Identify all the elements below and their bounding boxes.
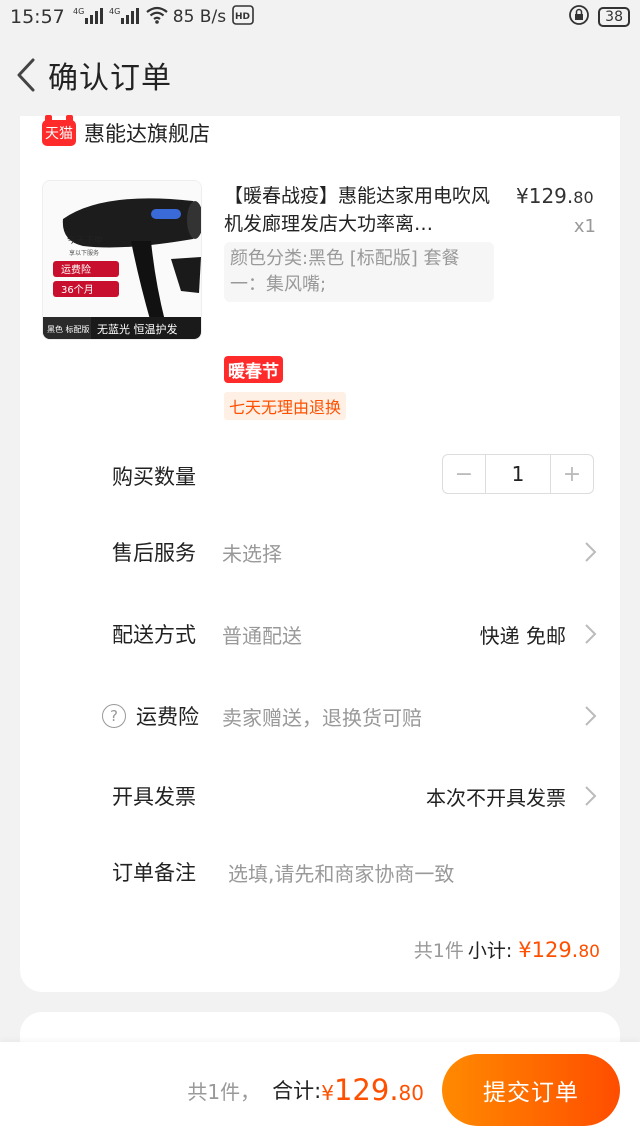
quantity-value[interactable]: 1 xyxy=(485,455,551,493)
decrement-button[interactable]: − xyxy=(443,455,485,493)
subtotal-label: 小计: xyxy=(467,940,513,962)
order-note-row: 订单备注 选填,请先和商家协商一致 xyxy=(20,852,620,892)
bottom-bar: 共1件， 合计: ¥129.80 提交订单 xyxy=(0,1042,640,1138)
product-price-main: ¥129. xyxy=(516,184,574,208)
chevron-right-icon xyxy=(585,542,597,562)
return-policy-tag: 七天无理由退换 xyxy=(224,392,347,420)
wifi-icon xyxy=(145,5,169,30)
chevron-right-icon xyxy=(585,624,597,644)
header: 确认订单 xyxy=(0,34,640,116)
chevron-right-icon xyxy=(585,706,597,726)
quantity-stepper: − 1 + xyxy=(442,454,594,494)
subtotal: 共1件 小计: ¥129.80 xyxy=(414,936,600,963)
total-amount-cents: 80 xyxy=(398,1081,424,1105)
promo-tag: 暖春节 xyxy=(224,356,283,383)
after-sales-row[interactable]: 售后服务 未选择 xyxy=(20,532,620,572)
delivery-label: 配送方式 xyxy=(112,623,196,647)
image-promo-line2: 享以下服务 xyxy=(69,249,99,257)
image-promo-line1: 今天下单 xyxy=(67,234,103,246)
shipping-insurance-row[interactable]: ? 运费险 卖家赠送，退换货可赔 xyxy=(20,696,620,736)
invoice-label: 开具发票 xyxy=(112,785,196,809)
product-spec[interactable]: 颜色分类:黑色 [标配版] 套餐一：集风嘴; xyxy=(224,242,494,302)
order-card: 天猫 惠能达旗舰店 今天下单 享以下服务 运费险 36个月 黑色 标配版 无蓝光… xyxy=(20,115,620,992)
subtotal-amount: ¥129.80 xyxy=(518,938,600,962)
subtotal-amount-cents: 80 xyxy=(578,942,600,962)
after-sales-value: 未选择 xyxy=(222,541,282,566)
delivery-value: 普通配送 xyxy=(222,623,302,648)
product-image[interactable]: 今天下单 享以下服务 运费险 36个月 黑色 标配版 无蓝光 恒温护发 xyxy=(42,180,202,340)
image-variant: 黑色 标配版 xyxy=(47,324,90,334)
total-amount: ¥129.80 xyxy=(321,1073,424,1107)
battery-icon: 38 xyxy=(598,7,630,27)
status-time: 15:57 xyxy=(10,6,65,28)
status-bar: 15:57 4G 4G 85 B/s HD 38 xyxy=(0,0,640,34)
insurance-value: 卖家赠送，退换货可赔 xyxy=(222,705,422,730)
svg-text:HD: HD xyxy=(235,12,250,22)
signal-icon: 4G xyxy=(73,6,103,29)
total-amount-main: 129. xyxy=(333,1073,399,1107)
invoice-row[interactable]: 开具发票 本次不开具发票 xyxy=(20,776,620,816)
product-title[interactable]: 【暖春战疫】惠能达家用电吹风机发廊理发店大功率离… xyxy=(224,182,494,238)
svg-text:4G: 4G xyxy=(109,7,120,16)
subtotal-amount-main: ¥129. xyxy=(518,938,579,962)
subtotal-count: 共1件 xyxy=(413,940,464,962)
shop-name: 惠能达旗舰店 xyxy=(84,122,210,146)
lock-rotation-icon xyxy=(568,4,590,31)
tmall-logo-icon: 天猫 xyxy=(42,115,76,146)
chevron-right-icon xyxy=(585,786,597,806)
total-currency: ¥ xyxy=(321,1081,334,1105)
image-features: 无蓝光 恒温护发 xyxy=(97,322,178,336)
hd-icon: HD xyxy=(232,4,254,30)
increment-button[interactable]: + xyxy=(551,455,593,493)
svg-text:4G: 4G xyxy=(73,7,84,16)
network-speed: 85 B/s xyxy=(172,7,227,27)
total-label: 合计: xyxy=(272,1079,322,1103)
signal-icon: 4G xyxy=(109,6,139,29)
product-price: ¥129.80 xyxy=(516,184,594,208)
order-note-label: 订单备注 xyxy=(112,861,196,885)
help-icon[interactable]: ? xyxy=(102,704,126,728)
total-count: 共1件， xyxy=(187,1079,261,1104)
order-note-input[interactable]: 选填,请先和商家协商一致 xyxy=(228,858,454,887)
image-promo-badge2: 36个月 xyxy=(61,284,94,296)
product-quantity: x1 xyxy=(573,216,596,237)
image-promo-badge1: 运费险 xyxy=(61,263,91,276)
back-arrow-icon[interactable] xyxy=(4,53,48,97)
invoice-value: 本次不开具发票 xyxy=(426,785,566,810)
quantity-row: 购买数量 − 1 + xyxy=(20,454,620,496)
page-title: 确认订单 xyxy=(48,61,172,96)
delivery-row[interactable]: 配送方式 普通配送 快递 免邮 xyxy=(20,614,620,654)
product-price-cents: 80 xyxy=(573,188,594,207)
submit-order-button[interactable]: 提交订单 xyxy=(442,1054,620,1126)
after-sales-label: 售后服务 xyxy=(112,541,196,565)
shop-row[interactable]: 天猫 惠能达旗舰店 xyxy=(42,115,210,150)
insurance-label: 运费险 xyxy=(136,705,199,729)
quantity-label: 购买数量 xyxy=(112,465,196,489)
delivery-method: 快递 免邮 xyxy=(479,623,566,648)
